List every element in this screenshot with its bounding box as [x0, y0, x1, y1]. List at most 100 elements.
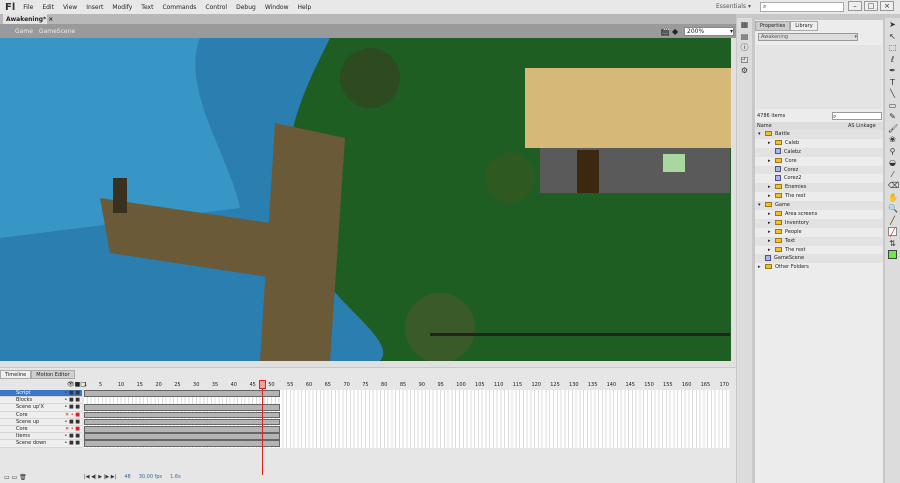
library-document-select[interactable]: Awakening ▾ [758, 33, 858, 41]
swap-colors-icon[interactable]: ⇅ [888, 239, 897, 248]
rectangle-tool-icon[interactable]: ▭ [888, 101, 897, 110]
hidden-layer-icon[interactable]: ✕ • ■ [65, 426, 80, 433]
eyedropper-icon[interactable]: ⁄ [888, 170, 897, 179]
info-icon[interactable]: ⓘ [740, 43, 749, 52]
lasso-icon[interactable]: ℓ [888, 55, 897, 64]
menu-window[interactable]: Window [265, 4, 289, 11]
frame-grid[interactable] [84, 390, 730, 448]
brush-icon[interactable]: 🖌 [888, 124, 898, 133]
expand-icon[interactable]: ▸ [768, 139, 775, 148]
menu-file[interactable]: File [23, 4, 33, 11]
layer-state-icons[interactable]: • ■ ■ [64, 433, 80, 440]
hand-icon[interactable]: ✋ [888, 193, 898, 202]
layer-frames[interactable] [84, 433, 280, 440]
tab-library[interactable]: Library [790, 21, 818, 31]
column-as-linkage[interactable]: AS Linkage [848, 122, 876, 130]
breadcrumb-game[interactable]: Game [15, 28, 33, 35]
layer-frames[interactable] [84, 426, 280, 433]
layer-state-icons[interactable]: • ■ ■ [64, 440, 80, 447]
library-item[interactable]: GameScene [755, 254, 883, 264]
layer-frames[interactable] [84, 390, 280, 397]
expand-icon[interactable]: ▸ [768, 228, 775, 237]
expand-icon[interactable]: ▸ [758, 263, 765, 272]
layer-frames[interactable] [84, 440, 280, 447]
breadcrumb-gamescene[interactable]: GameScene [39, 28, 75, 35]
layer-frames[interactable] [84, 418, 280, 426]
transform-icon[interactable]: ◰ [740, 55, 749, 64]
help-search-input[interactable]: ⌕ [760, 2, 844, 12]
menu-insert[interactable]: Insert [86, 4, 103, 11]
column-name[interactable]: Name [757, 123, 772, 129]
align-icon[interactable]: ▤ [740, 32, 749, 41]
expand-open-icon[interactable]: ▾ [758, 130, 765, 139]
frame-ruler[interactable]: 1 5 10 15 20 25 30 35 40 45 50 55 60 65 70 75 80 85 90 95 10… [84, 380, 730, 390]
playhead-handle[interactable] [258, 380, 266, 389]
expand-icon[interactable]: ▸ [768, 210, 775, 219]
edit-symbol-icon[interactable]: ◆ [672, 27, 678, 36]
expand-open-icon[interactable]: ▾ [758, 201, 765, 210]
library-item[interactable]: ▸ People [755, 227, 883, 237]
document-tab[interactable]: Awakening* × [3, 14, 53, 24]
selection-tool-icon[interactable]: ➤ [888, 20, 897, 29]
minimize-button[interactable]: – [848, 1, 862, 11]
library-item[interactable]: ▸ Core [755, 156, 883, 166]
menu-modify[interactable]: Modify [112, 4, 132, 11]
tab-timeline[interactable]: Timeline [0, 370, 32, 379]
expand-icon[interactable]: ▸ [768, 219, 775, 228]
stage-horizontal-scrollbar[interactable] [0, 361, 736, 367]
close-button[interactable]: × [880, 1, 894, 11]
layer-row[interactable]: Blocks • ■ ■ [0, 397, 82, 405]
menu-debug[interactable]: Debug [236, 4, 256, 11]
expand-icon[interactable]: ▸ [768, 192, 775, 201]
expand-icon[interactable]: ▸ [768, 157, 775, 166]
components-icon[interactable]: ⚙ [740, 66, 749, 75]
line-tool-icon[interactable]: ╲ [888, 89, 897, 98]
playback-controls[interactable]: |◀ ◀| ▶ |▶ ▶| [84, 474, 116, 480]
text-tool-icon[interactable]: T [888, 78, 897, 87]
menu-view[interactable]: View [63, 4, 77, 11]
library-item[interactable]: ▸ The rest [755, 245, 883, 255]
layer-row[interactable]: Scene down • ■ ■ [0, 440, 82, 448]
layer-row[interactable]: Scene up'X • ■ ■ [0, 404, 82, 412]
library-item[interactable]: ▾ Battle [755, 130, 883, 139]
menu-edit[interactable]: Edit [42, 4, 54, 11]
layer-state-icons[interactable]: • ■ ■ [64, 390, 80, 397]
layer-frames[interactable] [84, 411, 280, 419]
menu-help[interactable]: Help [298, 4, 312, 11]
hidden-layer-icon[interactable]: ✕ • ■ [65, 412, 80, 419]
frame-rate[interactable]: 30.00 fps [139, 474, 162, 480]
layer-frames[interactable] [84, 404, 280, 411]
library-item[interactable]: ▸ Text [755, 236, 883, 246]
library-item[interactable]: ▸ Inventory [755, 218, 883, 228]
library-column-header[interactable]: Name AS Linkage [755, 122, 883, 130]
zoom-icon[interactable]: 🔍 [888, 204, 898, 213]
menu-control[interactable]: Control [205, 4, 227, 11]
expand-icon[interactable]: ▸ [768, 237, 775, 246]
library-item[interactable]: ▸ Caleb [755, 138, 883, 148]
paint-bucket-icon[interactable]: ◒ [888, 158, 897, 167]
tab-motion-editor[interactable]: Motion Editor [31, 370, 75, 379]
color-icon[interactable]: ▦ [740, 20, 749, 29]
workspace-switcher[interactable]: Essentials ▾ [716, 3, 751, 10]
stage-vertical-scrollbar[interactable] [731, 38, 736, 361]
library-item[interactable]: ▾ Game [755, 201, 883, 211]
layer-state-icons[interactable]: • ■ ■ [64, 404, 80, 411]
library-item[interactable]: ▸ The rest [755, 192, 883, 202]
menu-commands[interactable]: Commands [162, 4, 196, 11]
library-item[interactable]: ▸ Area screens [755, 210, 883, 219]
deco-icon[interactable]: ❀ [888, 135, 897, 144]
no-color-swatch[interactable]: ╱ [888, 227, 897, 237]
expand-icon[interactable]: ▸ [768, 246, 775, 255]
menu-text[interactable]: Text [141, 4, 153, 11]
library-item[interactable]: Corez [755, 165, 883, 175]
layer-state-icons[interactable]: • ■ ■ [64, 419, 80, 426]
fill-color-swatch[interactable] [888, 250, 897, 259]
library-item[interactable]: Corez2 [755, 174, 883, 184]
maximize-button[interactable]: □ [864, 1, 878, 11]
layer-row[interactable]: Core ✕ • ■ [0, 411, 82, 419]
pencil-icon[interactable]: ✎ [888, 112, 897, 121]
bone-icon[interactable]: ⚲ [888, 147, 897, 156]
layer-row[interactable]: Core ✕ • ■ [0, 425, 82, 434]
pen-icon[interactable]: ✒ [888, 66, 897, 75]
library-search-input[interactable]: ⌕ [832, 112, 882, 120]
